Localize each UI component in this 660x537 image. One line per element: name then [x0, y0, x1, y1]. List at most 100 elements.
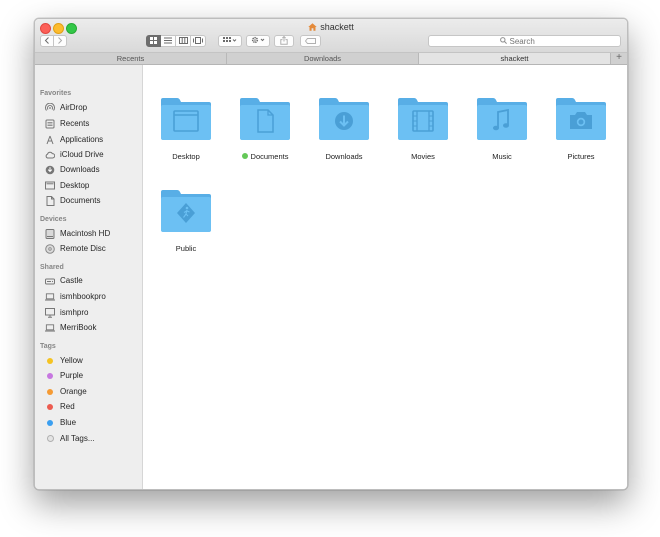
pictures-folder-icon — [546, 97, 616, 141]
sidebar-item-castle[interactable]: Castle — [45, 274, 83, 287]
sidebar-heading-tags: Tags — [40, 343, 56, 350]
list-icon — [164, 36, 172, 46]
sidebar-item-ismhbookpro[interactable]: ismhbookpro — [45, 290, 106, 303]
disc-icon — [45, 243, 55, 254]
sidebar-item-documents[interactable]: Documents — [45, 194, 100, 207]
desktop-icon — [45, 181, 55, 191]
document-icon — [45, 195, 55, 206]
sidebar-item-recents[interactable]: Recents — [45, 117, 89, 130]
sidebar-heading-devices: Devices — [40, 216, 67, 223]
sidebar-tag-purple[interactable]: Purple — [45, 369, 83, 382]
sidebar-tag-blue[interactable]: Blue — [45, 416, 76, 429]
sidebar-item-label: Applications — [60, 135, 104, 144]
folder-public[interactable]: Public — [151, 189, 221, 253]
sidebar-item-macintosh-hd[interactable]: Macintosh HD — [45, 227, 110, 240]
search-field[interactable] — [428, 35, 621, 47]
file-browser: Desktop Documents Downloads Movies Music — [143, 65, 627, 489]
download-icon — [45, 165, 55, 175]
plus-icon: + — [616, 52, 622, 63]
laptop-icon — [45, 292, 55, 302]
movies-folder-icon — [388, 97, 458, 141]
new-tab-button[interactable]: + — [611, 53, 627, 64]
chevron-left-icon — [44, 36, 50, 46]
music-folder-icon — [467, 97, 537, 141]
sidebar-tag-red[interactable]: Red — [45, 400, 75, 413]
tag-icon — [304, 37, 316, 46]
folder-movies[interactable]: Movies — [388, 97, 458, 161]
sidebar-item-label: Documents — [60, 196, 101, 205]
sidebar-item-applications[interactable]: Applications — [45, 133, 103, 146]
sidebar-item-label: Orange — [60, 387, 87, 396]
tab-recents[interactable]: Recents — [35, 53, 227, 64]
forward-button[interactable] — [53, 35, 67, 47]
cloud-icon — [45, 150, 55, 160]
sidebar-item-remote-disc[interactable]: Remote Disc — [45, 242, 106, 255]
folder-desktop[interactable]: Desktop — [151, 97, 221, 161]
sidebar-all-tags[interactable]: All Tags... — [45, 432, 95, 445]
folder-pictures[interactable]: Pictures — [546, 97, 616, 161]
window-title-area: shackett — [35, 22, 627, 33]
home-icon — [308, 23, 317, 33]
red-tag-dot — [45, 402, 55, 412]
sidebar-item-label: Yellow — [60, 356, 83, 365]
sidebar-item-label: Purple — [60, 371, 84, 380]
titlebar: shackett — [35, 19, 627, 53]
folder-music[interactable]: Music — [467, 97, 537, 161]
edit-tags-button[interactable] — [300, 35, 321, 47]
sidebar-item-label: Blue — [60, 418, 77, 427]
hard-drive-icon — [45, 228, 55, 239]
column-view-button[interactable] — [176, 35, 191, 47]
sidebar-item-label: Recents — [60, 119, 90, 128]
orange-tag-dot — [45, 387, 55, 397]
folder-label: Pictures — [567, 152, 595, 161]
sidebar-item-label: ismhpro — [60, 308, 89, 317]
yellow-tag-dot — [45, 356, 55, 366]
folder-label: Movies — [411, 152, 435, 161]
gear-icon — [251, 36, 265, 46]
share-button[interactable] — [274, 35, 294, 47]
server-icon — [45, 276, 55, 286]
tab-bar: Recents Downloads shackett + — [35, 53, 627, 65]
airdrop-icon — [45, 102, 55, 113]
blue-tag-dot — [45, 418, 55, 428]
folder-label-row: Documents — [230, 152, 300, 161]
sidebar-tag-orange[interactable]: Orange — [45, 385, 87, 398]
sidebar-item-label: Red — [60, 402, 75, 411]
monitor-icon — [45, 307, 55, 318]
all-tags-dot — [45, 434, 55, 444]
sidebar-item-ismhpro[interactable]: ismhpro — [45, 306, 88, 319]
sidebar-item-desktop[interactable]: Desktop — [45, 179, 89, 192]
icon-view-button[interactable] — [146, 35, 161, 47]
sidebar-item-icloud-drive[interactable]: iCloud Drive — [45, 148, 104, 161]
sidebar-item-label: Remote Disc — [60, 244, 106, 253]
window-title: shackett — [320, 22, 354, 32]
folder-label: Documents — [250, 152, 289, 161]
list-view-button[interactable] — [161, 35, 176, 47]
sidebar-item-merribook[interactable]: MerriBook — [45, 321, 96, 334]
search-input[interactable] — [509, 36, 550, 46]
folder-label: Public — [175, 244, 197, 253]
folder-documents[interactable]: Documents — [230, 97, 300, 161]
view-mode-control — [146, 35, 206, 47]
desktop-folder-icon — [151, 97, 221, 141]
sidebar-item-airdrop[interactable]: AirDrop — [45, 101, 87, 114]
sidebar-item-label: MerriBook — [60, 323, 97, 332]
folder-label: Downloads — [325, 152, 363, 161]
group-grid-icon — [223, 36, 237, 46]
folder-downloads[interactable]: Downloads — [309, 97, 379, 161]
purple-tag-dot — [45, 371, 55, 381]
columns-icon — [178, 36, 188, 46]
sidebar-item-label: Castle — [60, 276, 83, 285]
action-menu-button[interactable] — [246, 35, 270, 47]
public-folder-icon — [151, 189, 221, 233]
sidebar-item-downloads[interactable]: Downloads — [45, 163, 100, 176]
gallery-view-button[interactable] — [191, 35, 206, 47]
cover-flow-icon — [193, 36, 203, 46]
group-by-button[interactable] — [218, 35, 242, 47]
sidebar-item-label: ismhbookpro — [60, 292, 106, 301]
back-button[interactable] — [40, 35, 54, 47]
tab-downloads[interactable]: Downloads — [227, 53, 419, 64]
chevron-right-icon — [57, 36, 63, 46]
sidebar-tag-yellow[interactable]: Yellow — [45, 354, 83, 367]
tab-shackett[interactable]: shackett — [419, 53, 611, 64]
